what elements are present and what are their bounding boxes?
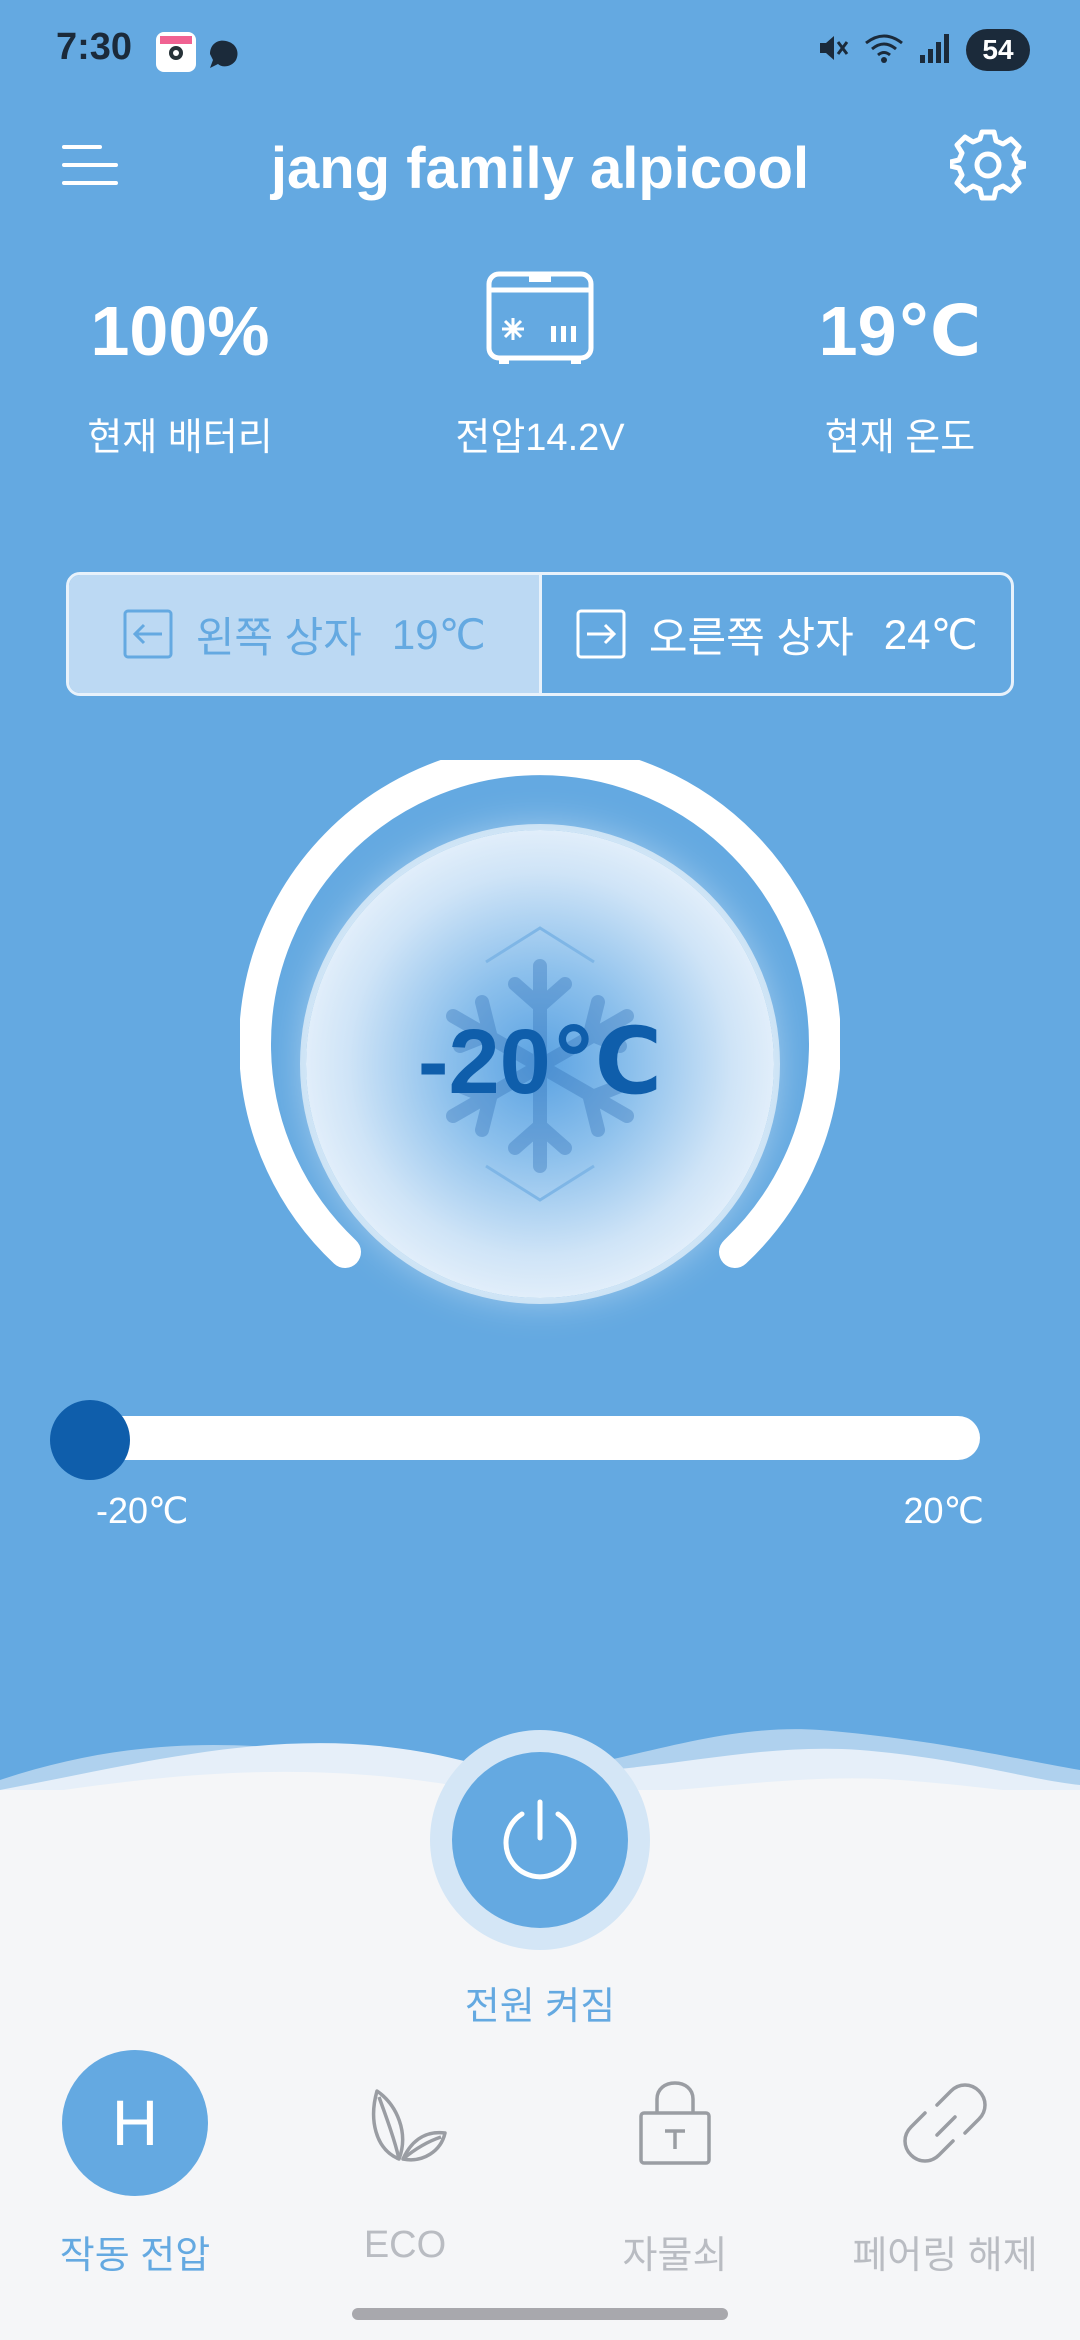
tab-lock[interactable]: 자물쇠	[540, 2050, 810, 2279]
battery-indicator: 54	[966, 29, 1030, 71]
zone-selector: 왼쪽 상자 19℃ 오른쪽 상자 24℃	[66, 572, 1014, 696]
power-button[interactable]	[452, 1752, 628, 1928]
slider-thumb[interactable]	[50, 1400, 130, 1480]
temperature-stat: 19℃ 현재 온도	[750, 296, 1050, 461]
battery-value: 100%	[90, 292, 270, 370]
device-stats: 100% 현재 배터리 전압14.2V 19℃ 현재 온도	[0, 270, 1080, 470]
power-icon	[503, 1799, 577, 1880]
temperature-dial[interactable]: -20℃	[240, 760, 840, 1360]
home-indicator	[352, 2308, 728, 2320]
page-title: jang family alpicool	[270, 136, 810, 201]
tab-unpair[interactable]: 페어링 해제	[810, 2050, 1080, 2279]
battery-label: 현재 배터리	[87, 417, 273, 459]
leaf-icon	[332, 2050, 478, 2196]
current-temp-label: 현재 온도	[824, 417, 976, 459]
battery-stat: 100% 현재 배터리	[30, 296, 330, 461]
tab-right-compartment[interactable]: 오른쪽 상자 24℃	[542, 575, 1012, 693]
target-temperature: -20℃	[417, 1011, 663, 1113]
current-temp-value: 19℃	[818, 292, 982, 370]
signal-icon	[918, 31, 952, 70]
status-time: 7:30	[56, 26, 133, 68]
status-bar: 7:30 54	[0, 0, 1080, 100]
tab-label: ECO	[363, 2224, 447, 2266]
tab-eco[interactable]: ECO	[270, 2050, 540, 2267]
tab-operating-voltage[interactable]: H 작동 전압	[0, 2050, 270, 2279]
cooler-icon	[486, 271, 594, 364]
tab-label: 작동 전압	[59, 2235, 211, 2277]
right-compartment-label: 오른쪽 상자	[648, 613, 854, 661]
slider-track[interactable]	[90, 1416, 980, 1460]
slider-max-label: 20℃	[903, 1490, 984, 1531]
right-compartment-temp: 24℃	[883, 610, 978, 658]
lock-icon	[602, 2050, 748, 2196]
arrow-right-box-icon	[576, 609, 626, 659]
power-status-label: 전원 켜짐	[464, 1986, 616, 2028]
gear-icon[interactable]	[947, 127, 1029, 203]
left-compartment-label: 왼쪽 상자	[195, 613, 362, 661]
voltage-stat: 전압14.2V	[390, 270, 690, 461]
header: jang family alpicool	[0, 115, 1080, 215]
voltage-label: 전압14.2V	[455, 417, 625, 459]
wifi-icon	[864, 31, 904, 70]
left-compartment-temp: 19℃	[391, 610, 486, 658]
tab-label: 페어링 해제	[852, 2235, 1038, 2277]
slider-min-label: -20℃	[96, 1490, 189, 1531]
dial-face: -20℃	[306, 830, 774, 1298]
decrease-temp-chevron-down-icon[interactable]	[480, 1158, 600, 1208]
app-notification-icon	[156, 32, 196, 72]
h-badge-letter: H	[111, 2087, 159, 2159]
tab-left-compartment[interactable]: 왼쪽 상자 19℃	[69, 575, 542, 693]
unlink-icon	[872, 2050, 1018, 2196]
arrow-left-box-icon	[123, 609, 173, 659]
bottom-tab-bar: H 작동 전압 ECO 자물쇠 페어링 해제	[0, 2050, 1080, 2290]
messenger-notification-icon	[204, 34, 244, 74]
h-badge-icon: H	[62, 2050, 208, 2196]
status-icons: 54	[816, 28, 1030, 72]
temperature-slider[interactable]	[50, 1400, 980, 1480]
tab-label: 자물쇠	[622, 2235, 728, 2277]
mute-icon	[816, 31, 850, 70]
